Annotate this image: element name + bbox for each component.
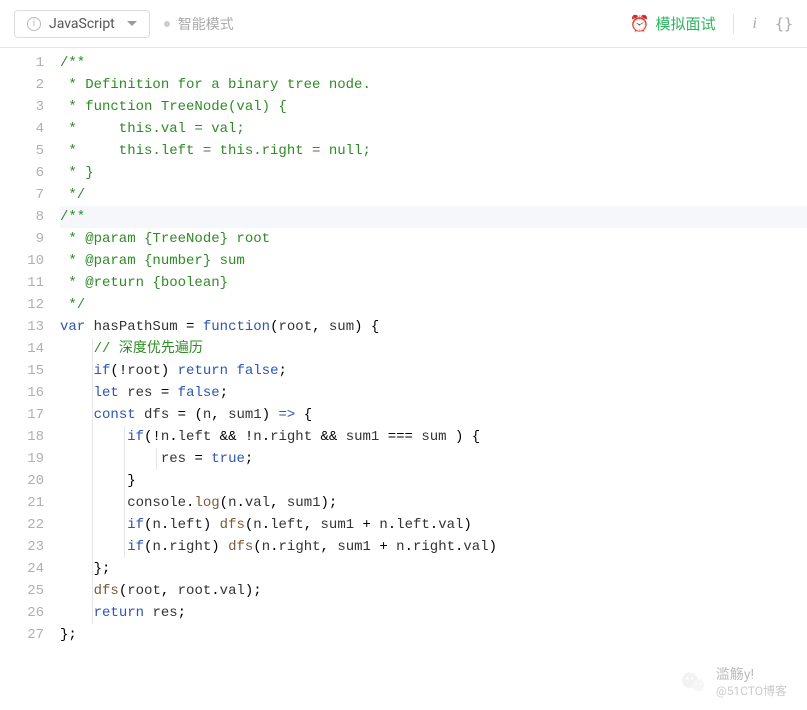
watermark-line2: @51CTO博客 [716, 684, 787, 700]
line-number: 16 [0, 382, 44, 404]
editor-toolbar: i JavaScript 智能模式 ⏰ 模拟面试 i {} [0, 0, 807, 48]
line-number: 5 [0, 140, 44, 162]
line-number: 18 [0, 426, 44, 448]
code-line[interactable]: /** [60, 206, 807, 228]
mock-interview-label: 模拟面试 [655, 13, 715, 34]
code-line[interactable]: */ [60, 294, 807, 316]
code-line[interactable]: * @return {boolean} [60, 272, 807, 294]
line-number: 22 [0, 514, 44, 536]
line-number: 20 [0, 470, 44, 492]
line-number: 13 [0, 316, 44, 338]
code-line[interactable]: * } [60, 162, 807, 184]
code-line[interactable]: return res; [60, 602, 807, 624]
code-line[interactable]: if(n.left) dfs(n.left, sum1 + n.left.val… [60, 514, 807, 536]
line-number-gutter: 1234567891011121314151617181920212223242… [0, 48, 56, 646]
toolbar-right: ⏰ 模拟面试 i {} [630, 13, 793, 34]
line-number: 27 [0, 624, 44, 646]
line-number: 19 [0, 448, 44, 470]
line-number: 24 [0, 558, 44, 580]
code-line[interactable]: * function TreeNode(val) { [60, 96, 807, 118]
line-number: 25 [0, 580, 44, 602]
code-line[interactable]: if(!root) return false; [60, 360, 807, 382]
code-line[interactable]: * this.val = val; [60, 118, 807, 140]
code-line[interactable]: * Definition for a binary tree node. [60, 74, 807, 96]
wechat-icon [680, 669, 708, 697]
code-line[interactable]: res = true; [60, 448, 807, 470]
line-number: 17 [0, 404, 44, 426]
code-line[interactable]: if(n.right) dfs(n.right, sum1 + n.right.… [60, 536, 807, 558]
line-number: 9 [0, 228, 44, 250]
vertical-divider [733, 14, 734, 34]
line-number: 1 [0, 52, 44, 74]
line-number: 6 [0, 162, 44, 184]
line-number: 21 [0, 492, 44, 514]
line-number: 14 [0, 338, 44, 360]
toolbar-left: i JavaScript 智能模式 [14, 10, 234, 38]
line-number: 10 [0, 250, 44, 272]
code-line[interactable]: var hasPathSum = function(root, sum) { [60, 316, 807, 338]
code-line[interactable]: let res = false; [60, 382, 807, 404]
language-label: JavaScript [49, 16, 115, 32]
code-line[interactable]: */ [60, 184, 807, 206]
code-line[interactable]: }; [60, 624, 807, 646]
alarm-clock-icon: ⏰ [630, 14, 650, 33]
code-line[interactable]: }; [60, 558, 807, 580]
code-line[interactable]: const dfs = (n, sum1) => { [60, 404, 807, 426]
code-editor[interactable]: 1234567891011121314151617181920212223242… [0, 48, 807, 646]
watermark-line1: 滥觞y! [716, 666, 754, 684]
language-selector[interactable]: i JavaScript [14, 10, 150, 38]
mode-dot-icon [164, 21, 170, 27]
watermark: 滥觞y! @51CTO博客 [680, 666, 787, 700]
line-number: 15 [0, 360, 44, 382]
code-line[interactable]: * this.left = this.right = null; [60, 140, 807, 162]
line-number: 4 [0, 118, 44, 140]
chevron-down-icon [127, 21, 137, 26]
line-number: 26 [0, 602, 44, 624]
line-number: 3 [0, 96, 44, 118]
line-number: 2 [0, 74, 44, 96]
line-number: 12 [0, 294, 44, 316]
code-line[interactable]: } [60, 470, 807, 492]
info-button[interactable]: i [752, 15, 756, 33]
code-line[interactable]: // 深度优先遍历 [60, 338, 807, 360]
code-line[interactable]: dfs(root, root.val); [60, 580, 807, 602]
mock-interview-button[interactable]: ⏰ 模拟面试 [630, 13, 716, 34]
line-number: 23 [0, 536, 44, 558]
code-area[interactable]: /** * Definition for a binary tree node.… [56, 48, 807, 646]
code-line[interactable]: if(!n.left && !n.right && sum1 === sum )… [60, 426, 807, 448]
code-line[interactable]: * @param {number} sum [60, 250, 807, 272]
info-icon: i [27, 17, 41, 31]
line-number: 11 [0, 272, 44, 294]
line-number: 8 [0, 206, 44, 228]
mode-label: 智能模式 [178, 14, 234, 34]
code-line[interactable]: console.log(n.val, sum1); [60, 492, 807, 514]
braces-button[interactable]: {} [775, 15, 793, 33]
code-line[interactable]: /** [60, 52, 807, 74]
code-line[interactable]: * @param {TreeNode} root [60, 228, 807, 250]
line-number: 7 [0, 184, 44, 206]
mode-indicator: 智能模式 [164, 14, 234, 34]
